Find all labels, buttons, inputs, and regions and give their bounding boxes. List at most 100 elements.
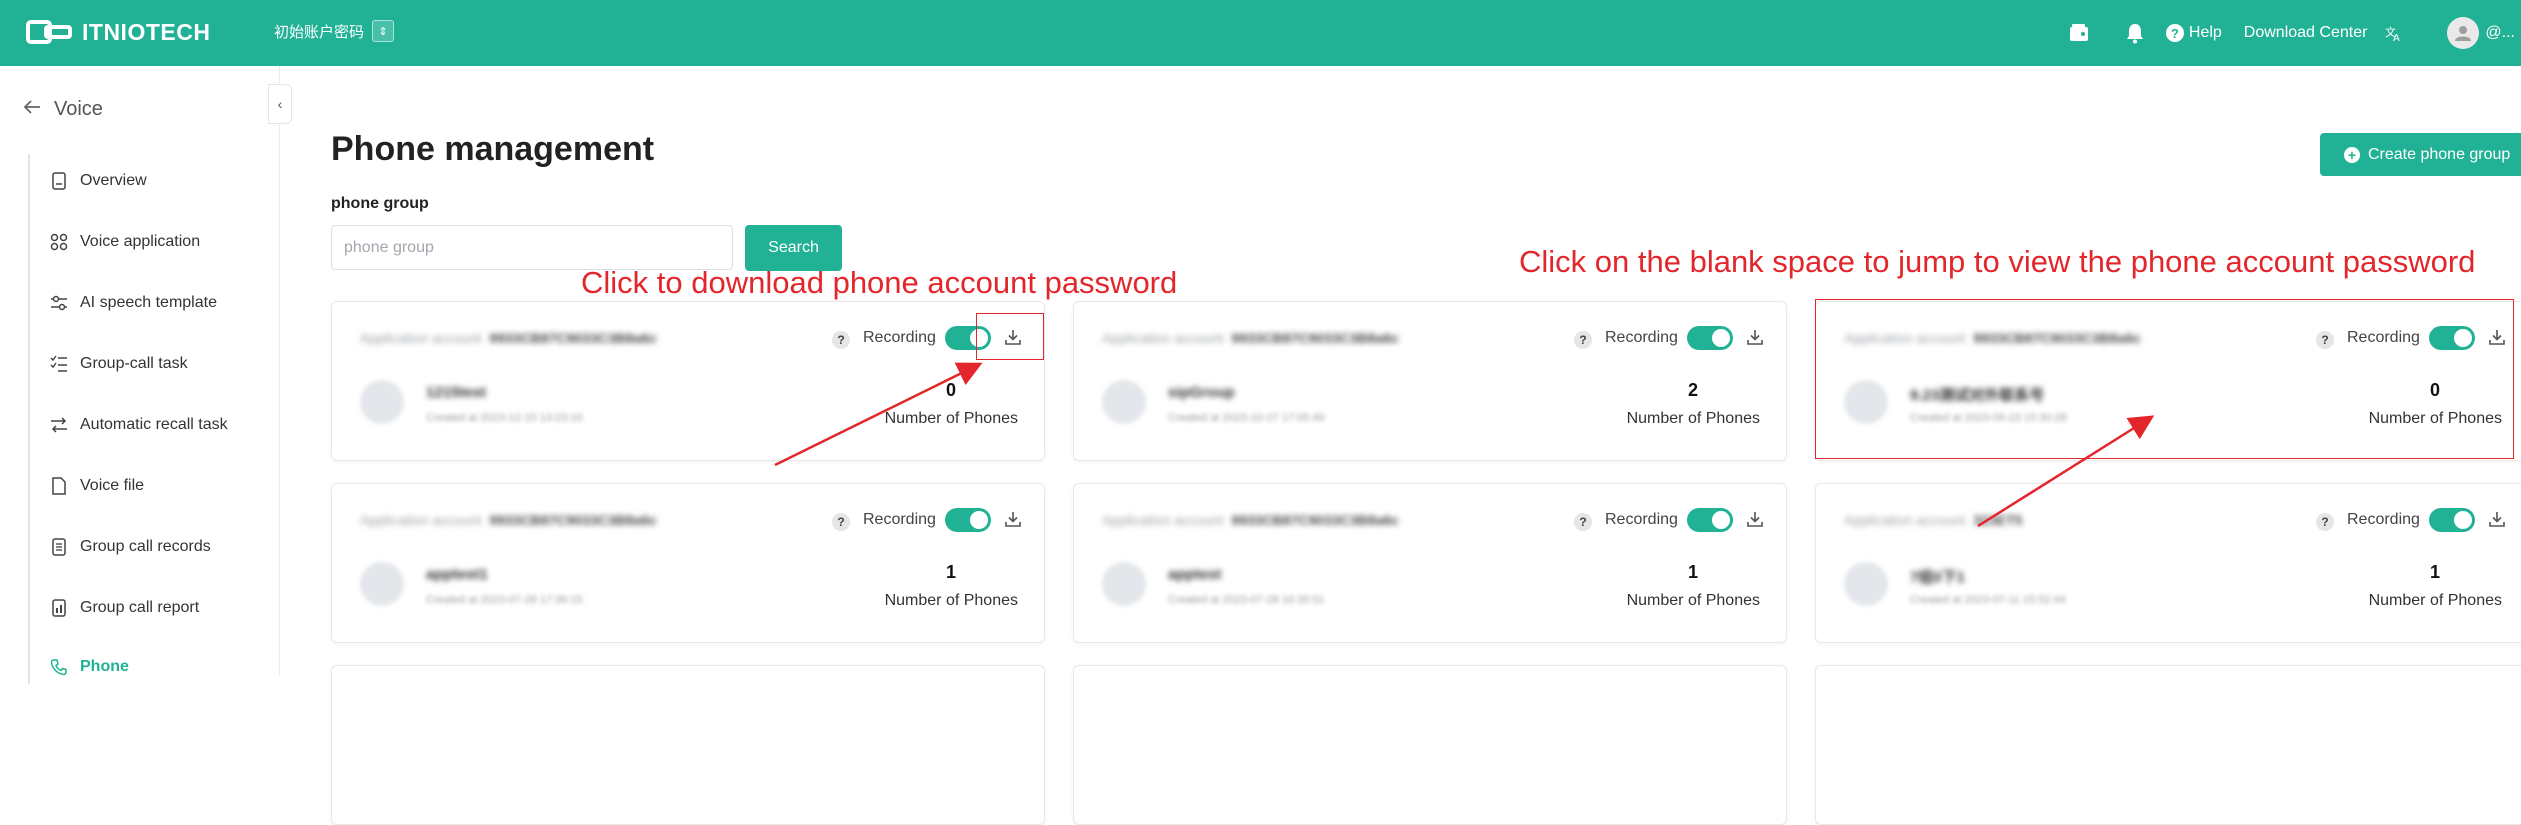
download-icon[interactable] xyxy=(1744,508,1766,530)
sidebar-item-overview[interactable]: Overview xyxy=(50,166,147,196)
recording-toggle[interactable] xyxy=(945,508,991,532)
back-to-voice[interactable]: Voice xyxy=(22,98,103,121)
phone-count-label: Number of Phones xyxy=(884,592,1018,609)
sidebar-item-label: Voice file xyxy=(80,477,145,494)
sidebar-item-group-call-records[interactable]: Group call records xyxy=(50,532,211,562)
download-icon[interactable] xyxy=(1744,326,1766,348)
sidebar-item-group-call-task[interactable]: Group-call task xyxy=(50,349,188,379)
translate-icon[interactable]: 文A xyxy=(2381,20,2407,46)
user-name[interactable]: @... xyxy=(2485,24,2515,42)
group-avatar xyxy=(1102,380,1146,424)
sidebar-item-label: Group-call task xyxy=(80,355,188,372)
download-center-link[interactable]: Download Center xyxy=(2244,24,2368,42)
phone-group-search-input[interactable] xyxy=(331,225,733,270)
chevron-left-icon: ‹ xyxy=(277,96,283,112)
recording-label: Recording xyxy=(863,329,936,346)
annotation-highlight-download xyxy=(976,313,1044,360)
page-title: Phone management xyxy=(331,130,655,168)
phone-group-card[interactable]: Application account 9933CB87C9033C3B8a6c?… xyxy=(331,483,1045,643)
phone-count: 1 xyxy=(2429,562,2440,582)
group-created-date: Created at 2023-12-15 13:23:10 xyxy=(426,412,583,424)
report-icon xyxy=(50,599,68,617)
recording-toggle[interactable] xyxy=(1687,326,1733,350)
sidebar-item-group-call-report[interactable]: Group call report xyxy=(50,593,199,623)
annotation-highlight-card xyxy=(1815,299,2514,459)
phone-group-card-partial[interactable] xyxy=(1073,665,1787,825)
create-button-label: Create phone group xyxy=(2368,145,2511,163)
phone-count-label: Number of Phones xyxy=(1626,410,1760,427)
group-avatar xyxy=(1844,562,1888,606)
app-account: Application account 9933CB87C9033C3B8a6c xyxy=(1102,512,1399,528)
recording-help-icon[interactable]: ? xyxy=(832,331,850,349)
sidebar-item-label: Automatic recall task xyxy=(80,416,228,433)
sidebar-item-label: Overview xyxy=(80,172,147,189)
phone-group-card-partial[interactable] xyxy=(1815,665,2521,825)
sidebar-item-voice-application[interactable]: Voice application xyxy=(50,227,200,257)
group-name: 1215test xyxy=(426,384,487,401)
phone-group-card[interactable]: Application account 323ET5? Recording 7组0下1… xyxy=(1815,483,2521,643)
recording-help-icon[interactable]: ? xyxy=(1574,331,1592,349)
download-icon[interactable] xyxy=(2486,508,2508,530)
sidebar-collapse-button[interactable]: ‹ xyxy=(268,84,292,124)
sliders-icon xyxy=(50,294,68,312)
recording-label: Recording xyxy=(1605,511,1678,528)
back-label: Voice xyxy=(54,98,103,120)
phone-icon xyxy=(50,658,68,676)
group-avatar xyxy=(360,380,404,424)
sidebar-item-label: Voice application xyxy=(80,233,201,250)
sidebar-item-label: Phone xyxy=(80,658,129,675)
chevron-updown-icon[interactable]: ⇕ xyxy=(372,20,395,42)
account-switcher[interactable]: 初始账户密码 ⇕ xyxy=(274,20,395,42)
help-label: Help xyxy=(2188,24,2222,41)
header-actions: ? Help Download Center 文A @... xyxy=(2066,0,2521,66)
app-account: Application account 323ET5 xyxy=(1844,512,2023,528)
bell-icon[interactable] xyxy=(2122,20,2148,46)
phone-count-label: Number of Phones xyxy=(884,410,1018,427)
app-account: Application account 9933CB87C9033C3B8a6c xyxy=(1102,330,1399,346)
group-created-date: Created at 2023-07-28 16:35:51 xyxy=(1168,594,1325,606)
sidebar-item-phone[interactable]: Phone xyxy=(50,652,129,682)
recall-icon xyxy=(50,416,68,434)
phone-count-label: Number of Phones xyxy=(2368,592,2502,609)
sidebar-item-label: AI speech template xyxy=(80,294,217,311)
checklist-icon xyxy=(50,355,68,373)
recording-label: Recording xyxy=(2347,511,2420,528)
group-created-date: Created at 2023-10-27 17:05:49 xyxy=(1168,412,1325,424)
download-icon[interactable] xyxy=(1002,508,1024,530)
recording-help-icon[interactable]: ? xyxy=(832,513,850,531)
sidebar-item-label: Group call report xyxy=(80,599,200,616)
phone-count-label: Number of Phones xyxy=(1626,592,1760,609)
nav-rail xyxy=(28,154,30,684)
account-switch-label: 初始账户密码 xyxy=(274,23,365,41)
help-link[interactable]: ? Help xyxy=(2165,24,2222,42)
brand-logo[interactable]: ITNIOTECH xyxy=(26,17,210,47)
arrow-left-icon xyxy=(22,98,42,121)
wallet-icon[interactable] xyxy=(2066,20,2092,46)
user-avatar[interactable] xyxy=(2447,17,2480,49)
phone-group-card[interactable]: Application account 9933CB87C9033C3B8a6c?… xyxy=(1073,483,1787,643)
recording-help-icon[interactable]: ? xyxy=(2316,513,2334,531)
sidebar-item-voice-file[interactable]: Voice file xyxy=(50,471,144,501)
svg-text:A: A xyxy=(2393,33,2400,42)
logo-icon xyxy=(26,20,72,44)
top-bar: ITNIOTECH 初始账户密码 ⇕ ? Help Download Cente… xyxy=(0,0,2521,66)
create-phone-group-button[interactable]: + Create phone group xyxy=(2320,133,2521,176)
annotation-download-hint: Click to download phone account password xyxy=(581,265,1178,300)
sidebar-item-ai-speech-template[interactable]: AI speech template xyxy=(50,288,217,318)
phone-group-card[interactable]: Application account 9933CB87C9033C3B8a6c?… xyxy=(1073,301,1787,461)
sidebar-item-automatic-recall-task[interactable]: Automatic recall task xyxy=(50,410,228,440)
group-avatar xyxy=(360,562,404,606)
filter-label: phone group xyxy=(331,195,429,212)
recording-toggle[interactable] xyxy=(2429,508,2475,532)
phone-group-card-partial[interactable] xyxy=(331,665,1045,825)
recording-label: Recording xyxy=(863,511,936,528)
recording-help-icon[interactable]: ? xyxy=(1574,513,1592,531)
recording-toggle[interactable] xyxy=(1687,508,1733,532)
sidebar: Voice Overview Voice application AI spee… xyxy=(0,66,280,684)
phone-count: 2 xyxy=(1687,380,1698,400)
group-avatar xyxy=(1102,562,1146,606)
group-name: sipGroup xyxy=(1168,384,1235,401)
phone-group-card[interactable]: Application account 9933CB87C9033C3B8a6c?… xyxy=(331,301,1045,461)
app-account: Application account 9933CB87C9033C3B8a6c xyxy=(360,330,657,346)
phone-count: 0 xyxy=(945,380,956,400)
